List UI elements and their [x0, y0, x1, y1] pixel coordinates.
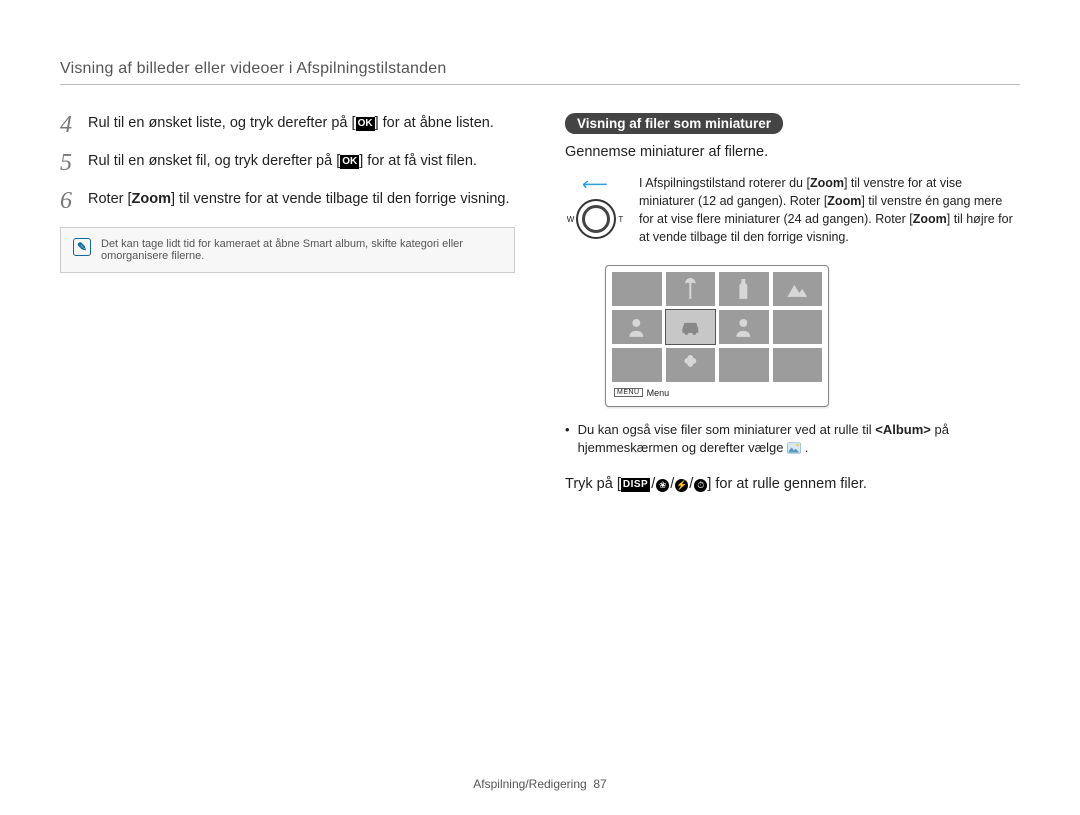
bullet-tip: • Du kan også vise filer som miniaturer … — [565, 421, 1020, 459]
silhouette-icon — [726, 315, 761, 339]
text-part: ] for at åbne listen. — [375, 115, 494, 131]
thumb-cell — [773, 310, 823, 344]
zoom-label: Zoom — [132, 191, 171, 207]
text-part: ] til venstre for at vende tilbage til d… — [171, 191, 510, 207]
flower-icon — [673, 353, 708, 377]
two-column-layout: 4 Rul til en ønsket liste, og tryk deref… — [60, 113, 1020, 492]
section-badge: Visning af filer som miniaturer — [565, 113, 783, 134]
thumb-cell — [612, 272, 662, 306]
step-text: Rul til en ønsket fil, og tryk derefter … — [88, 151, 477, 175]
thumb-cell — [612, 310, 662, 344]
note-text: Det kan tage lidt tid for kameraet at åb… — [101, 238, 502, 262]
step-number: 4 — [60, 113, 78, 137]
separator: / — [689, 476, 693, 492]
bullet-text: Du kan også vise filer som miniaturer ve… — [578, 421, 1020, 459]
text-part: Rul til en ønsket liste, og tryk derefte… — [88, 115, 356, 131]
thumb-cell — [612, 348, 662, 382]
macro-icon: ❀ — [656, 479, 669, 492]
step-5: 5 Rul til en ønsket fil, og tryk derefte… — [60, 151, 515, 175]
w-label: W — [567, 215, 575, 224]
thumb-cell — [719, 310, 769, 344]
scroll-instruction: Tryk på [DISP/❀/⚡/⏱] for at rulle gennem… — [565, 476, 1020, 492]
zoom-info-row: ⟵ W T I Afspilningstilstand roterer du [… — [565, 174, 1020, 247]
step-4: 4 Rul til en ønsket liste, og tryk deref… — [60, 113, 515, 137]
car-icon — [673, 315, 708, 339]
separator: / — [670, 476, 674, 492]
dial-icon — [576, 199, 616, 239]
breadcrumb-title: Visning af billeder eller videoer i Afsp… — [60, 60, 1020, 85]
page-footer: Afspilning/Redigering 87 — [0, 777, 1080, 791]
thumbnail-preview: MENU Menu — [605, 265, 829, 407]
ok-icon: OK — [356, 117, 375, 131]
thumb-cell — [773, 272, 823, 306]
text-part: ] for at rulle gennem filer. — [707, 476, 867, 492]
thumb-cell — [666, 348, 716, 382]
rotate-left-arrow-icon: ⟵ — [579, 174, 610, 195]
thumb-cell — [773, 348, 823, 382]
separator: / — [651, 476, 655, 492]
bottle-icon — [726, 277, 761, 301]
zoom-info-text: I Afspilningstilstand roterer du [Zoom] … — [639, 174, 1020, 247]
footer-page-number: 87 — [593, 777, 606, 791]
section-subtitle: Gennemse miniaturer af filerne. — [565, 144, 1020, 160]
text-part: Du kan også vise filer som miniaturer ve… — [578, 422, 876, 437]
album-thumb-icon — [787, 442, 801, 454]
thumb-cell — [719, 272, 769, 306]
step-text: Roter [Zoom] til venstre for at vende ti… — [88, 189, 510, 213]
text-part: Rul til en ønsket fil, og tryk derefter … — [88, 153, 340, 169]
step-number: 6 — [60, 189, 78, 213]
zoom-dial-illustration: ⟵ W T — [565, 174, 625, 239]
bullet-dot: • — [565, 421, 570, 459]
timer-icon: ⏱ — [694, 479, 707, 492]
text-part: Roter [ — [88, 191, 132, 207]
step-number: 5 — [60, 151, 78, 175]
footer-section: Afspilning/Redigering — [473, 777, 586, 791]
zoom-label: Zoom — [810, 176, 844, 190]
mountain-icon — [780, 277, 815, 301]
thumb-cell — [666, 272, 716, 306]
disp-icon: DISP — [621, 478, 650, 492]
text-part: Tryk på [ — [565, 476, 621, 492]
thumbnail-grid — [612, 272, 822, 382]
flash-icon: ⚡ — [675, 479, 688, 492]
zoom-label: Zoom — [913, 212, 947, 226]
ok-icon: OK — [340, 155, 359, 169]
zoom-label: Zoom — [827, 194, 861, 208]
text-part: I Afspilningstilstand roterer du [ — [639, 176, 810, 190]
text-part: ] for at få vist filen. — [359, 153, 477, 169]
album-label: <Album> — [875, 422, 931, 437]
right-column: Visning af filer som miniaturer Gennemse… — [565, 113, 1020, 492]
t-label: T — [618, 215, 623, 224]
thumb-cell-selected — [666, 310, 716, 344]
thumbnail-menu-bar: MENU Menu — [612, 386, 822, 400]
note-box: ✎ Det kan tage lidt tid for kameraet at … — [60, 227, 515, 273]
palm-tree-icon — [673, 277, 708, 301]
thumb-cell — [719, 348, 769, 382]
menu-chip-icon: MENU — [614, 388, 643, 397]
step-6: 6 Roter [Zoom] til venstre for at vende … — [60, 189, 515, 213]
left-column: 4 Rul til en ønsket liste, og tryk deref… — [60, 113, 515, 492]
note-icon: ✎ — [73, 238, 91, 256]
silhouette-icon — [619, 315, 654, 339]
step-text: Rul til en ønsket liste, og tryk derefte… — [88, 113, 494, 137]
menu-label: Menu — [647, 388, 670, 398]
